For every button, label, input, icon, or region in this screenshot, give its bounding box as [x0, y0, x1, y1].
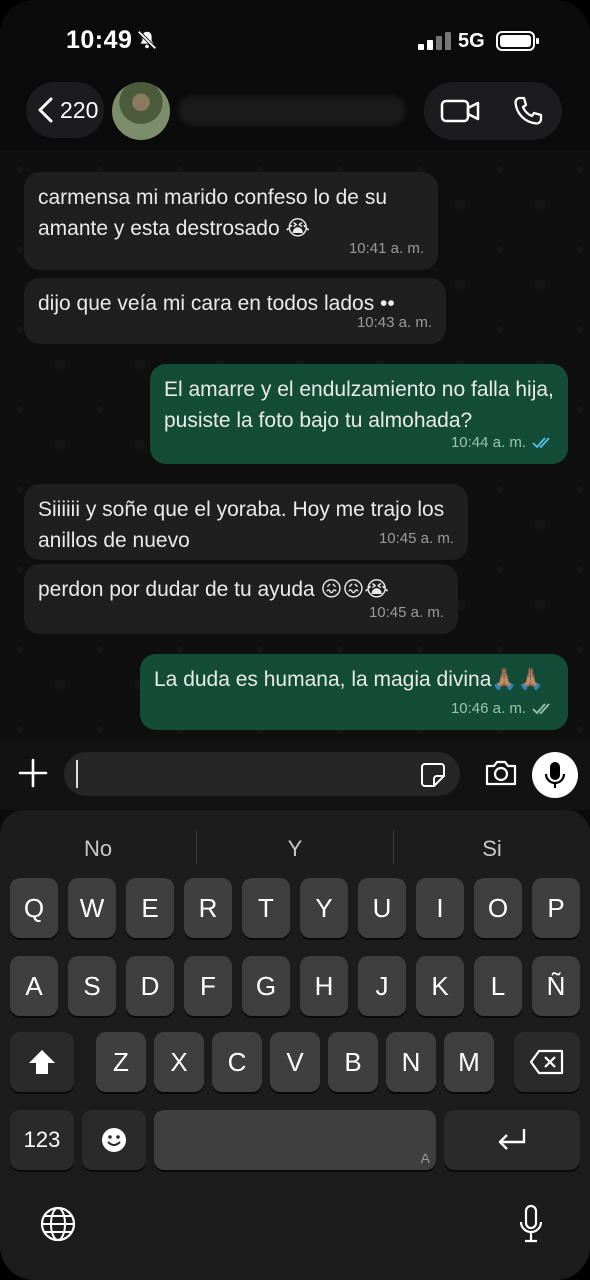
phone-screen: 10:49 5G 220 carmensa mi marido confeso …	[0, 0, 590, 1280]
message-time: 10:45 a. m.	[368, 604, 444, 621]
space-key[interactable]: A	[154, 1110, 436, 1170]
key-m[interactable]: M	[444, 1032, 494, 1092]
double-check-icon	[532, 436, 550, 448]
message-bubble[interactable]: Siiiiii y soñe que el yoraba. Hoy me tra…	[24, 484, 468, 560]
video-call-icon[interactable]	[440, 94, 480, 128]
message-bubble[interactable]: carmensa mi marido confeso lo de su aman…	[24, 172, 438, 270]
key-t[interactable]: T	[242, 878, 290, 938]
numbers-key[interactable]: 123	[10, 1110, 74, 1170]
key-b[interactable]: B	[328, 1032, 378, 1092]
key-g[interactable]: G	[242, 956, 290, 1016]
emoji-icon	[102, 1128, 126, 1152]
key-y[interactable]: Y	[300, 878, 348, 938]
key-q[interactable]: Q	[10, 878, 58, 938]
message-text: perdon por dudar de tu ayuda 😖😖😭	[38, 578, 389, 601]
key-k[interactable]: K	[416, 956, 464, 1016]
contact-name-redacted[interactable]	[178, 96, 406, 126]
key-d[interactable]: D	[126, 956, 174, 1016]
return-icon	[498, 1129, 526, 1150]
suggestion-2[interactable]: Y	[197, 824, 393, 874]
key-f[interactable]: F	[184, 956, 232, 1016]
key-enye[interactable]: Ñ	[532, 956, 580, 1016]
suggestion-1[interactable]: No	[0, 824, 196, 874]
key-j[interactable]: J	[358, 956, 406, 1016]
plus-icon[interactable]	[18, 758, 48, 788]
key-h[interactable]: H	[300, 956, 348, 1016]
mic-icon	[544, 762, 566, 788]
dictation-icon[interactable]	[518, 1204, 544, 1244]
key-n[interactable]: N	[386, 1032, 436, 1092]
key-p[interactable]: P	[532, 878, 580, 938]
message-text: El amarre y el endulzamiento no falla hi…	[164, 378, 554, 432]
key-x[interactable]: X	[154, 1032, 204, 1092]
chat-header: 220	[0, 80, 590, 150]
message-bubble[interactable]: perdon por dudar de tu ayuda 😖😖😭 10:45 a…	[24, 564, 458, 634]
message-time: 10:43 a. m.	[356, 314, 432, 331]
message-time: 10:46 a. m.	[450, 700, 526, 717]
shift-key[interactable]	[10, 1032, 74, 1092]
call-actions	[424, 82, 562, 140]
back-chevron-icon	[38, 97, 53, 123]
message-list: carmensa mi marido confeso lo de su aman…	[0, 150, 590, 740]
key-r[interactable]: R	[184, 878, 232, 938]
key-w[interactable]: W	[68, 878, 116, 938]
message-time: 10:41 a. m.	[348, 240, 424, 257]
status-bar: 10:49 5G	[0, 0, 590, 80]
message-time: 10:45 a. m.	[378, 530, 454, 547]
space-hint: A	[420, 1150, 430, 1166]
message-composer	[0, 740, 590, 810]
message-text: La duda es humana, la magia divina🙏🏽🙏🏽	[154, 668, 544, 691]
key-l[interactable]: L	[474, 956, 522, 1016]
suggestion-3[interactable]: Si	[394, 824, 590, 874]
return-key[interactable]	[444, 1110, 580, 1170]
camera-icon[interactable]	[484, 758, 518, 788]
signal-icon	[418, 32, 451, 50]
phone-icon[interactable]	[512, 95, 544, 127]
mute-icon	[137, 30, 157, 50]
message-bubble[interactable]: La duda es humana, la magia divina🙏🏽🙏🏽 1…	[140, 654, 568, 730]
globe-icon[interactable]	[40, 1206, 76, 1242]
message-text: dijo que veía mi cara en todos lados ••	[38, 292, 395, 315]
voice-record-button[interactable]	[532, 752, 578, 798]
key-o[interactable]: O	[474, 878, 522, 938]
key-u[interactable]: U	[358, 878, 406, 938]
keyboard: No Y Si Q W E R T Y U I O P A S D F G H …	[0, 810, 590, 1280]
contact-avatar[interactable]	[112, 82, 170, 140]
message-time: 10:44 a. m.	[450, 434, 526, 451]
text-caret	[76, 760, 78, 788]
key-z[interactable]: Z	[96, 1032, 146, 1092]
double-check-icon	[532, 702, 550, 714]
sticker-icon[interactable]	[420, 762, 446, 788]
message-input[interactable]	[64, 752, 460, 796]
shift-icon	[29, 1050, 55, 1074]
message-bubble[interactable]: dijo que veía mi cara en todos lados •• …	[24, 278, 446, 344]
message-bubble[interactable]: El amarre y el endulzamiento no falla hi…	[150, 364, 568, 464]
key-c[interactable]: C	[212, 1032, 262, 1092]
key-s[interactable]: S	[68, 956, 116, 1016]
key-e[interactable]: E	[126, 878, 174, 938]
back-button[interactable]: 220	[26, 82, 104, 138]
delete-icon	[529, 1049, 564, 1075]
network-type: 5G	[458, 30, 485, 52]
status-time: 10:49	[66, 26, 133, 54]
delete-key[interactable]	[514, 1032, 580, 1092]
key-a[interactable]: A	[10, 956, 58, 1016]
key-v[interactable]: V	[270, 1032, 320, 1092]
emoji-key[interactable]	[82, 1110, 146, 1170]
battery-icon	[496, 31, 539, 51]
key-i[interactable]: I	[416, 878, 464, 938]
message-text: carmensa mi marido confeso lo de su aman…	[38, 186, 387, 240]
unread-count: 220	[60, 96, 99, 123]
